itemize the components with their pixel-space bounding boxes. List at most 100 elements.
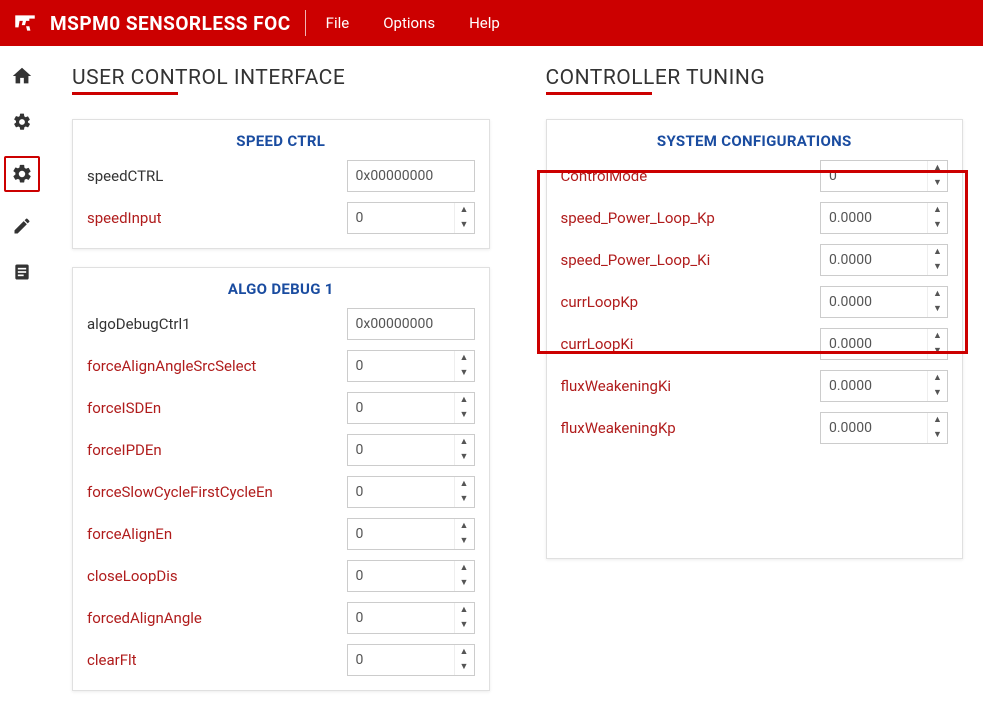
chevron-down-icon[interactable]: ▼ — [455, 492, 474, 507]
field-label: closeLoopDis — [87, 567, 347, 585]
spinner-value[interactable]: 0 — [348, 351, 454, 381]
field-label: fluxWeakeningKi — [561, 377, 821, 395]
chevron-up-icon[interactable]: ▲ — [928, 245, 947, 260]
number-spinner[interactable]: 0.0000▲▼ — [820, 328, 948, 360]
chevron-down-icon[interactable]: ▼ — [455, 534, 474, 549]
number-spinner[interactable]: 0▲▼ — [347, 518, 475, 550]
chevron-up-icon[interactable]: ▲ — [928, 329, 947, 344]
field-row: forceAlignEn0▲▼ — [87, 518, 475, 550]
chevron-down-icon[interactable]: ▼ — [455, 576, 474, 591]
number-spinner[interactable]: 0▲▼ — [347, 602, 475, 634]
spinner-value[interactable]: 0 — [348, 435, 454, 465]
number-spinner[interactable]: 0▲▼ — [347, 350, 475, 382]
home-icon[interactable] — [10, 64, 34, 88]
chevron-down-icon[interactable]: ▼ — [928, 176, 947, 191]
menu-file[interactable]: File — [326, 14, 350, 32]
field-label: algoDebugCtrl1 — [87, 315, 347, 333]
chevron-up-icon[interactable]: ▲ — [928, 161, 947, 176]
menu-options[interactable]: Options — [383, 14, 435, 32]
pencil-icon[interactable] — [10, 214, 34, 238]
chevron-down-icon[interactable]: ▼ — [928, 344, 947, 359]
field-row: speed_Power_Loop_Kp0.0000▲▼ — [561, 202, 949, 234]
number-spinner[interactable]: 0▲▼ — [347, 644, 475, 676]
field-row: fluxWeakeningKp0.0000▲▼ — [561, 412, 949, 444]
number-spinner[interactable]: 0▲▼ — [347, 476, 475, 508]
number-spinner[interactable]: 0▲▼ — [347, 434, 475, 466]
field-value[interactable]: 0x00000000 — [347, 160, 475, 192]
gears-icon[interactable] — [10, 110, 34, 134]
field-value[interactable]: 0x00000000 — [347, 308, 475, 340]
chevron-down-icon[interactable]: ▼ — [455, 450, 474, 465]
field-label: forceAlignAngleSrcSelect — [87, 357, 347, 375]
spinner-value[interactable]: 0.0000 — [821, 287, 927, 317]
spinner-value[interactable]: 0 — [348, 603, 454, 633]
spinner-value[interactable]: 0.0000 — [821, 329, 927, 359]
field-row: forceIPDEn0▲▼ — [87, 434, 475, 466]
spinner-buttons: ▲▼ — [927, 161, 947, 191]
chevron-up-icon[interactable]: ▲ — [455, 477, 474, 492]
chevron-up-icon[interactable]: ▲ — [455, 435, 474, 450]
spinner-buttons: ▲▼ — [454, 351, 474, 381]
chevron-down-icon[interactable]: ▼ — [928, 218, 947, 233]
chevron-up-icon[interactable]: ▲ — [455, 393, 474, 408]
chevron-up-icon[interactable]: ▲ — [455, 519, 474, 534]
number-spinner[interactable]: 0.0000▲▼ — [820, 244, 948, 276]
chevron-up-icon[interactable]: ▲ — [928, 203, 947, 218]
spinner-value[interactable]: 0.0000 — [821, 413, 927, 443]
spinner-value[interactable]: 0.0000 — [821, 245, 927, 275]
section-title-user-control: USER CONTROL INTERFACE — [72, 66, 345, 90]
number-spinner[interactable]: 0.0000▲▼ — [820, 370, 948, 402]
chevron-down-icon[interactable]: ▼ — [455, 218, 474, 233]
card-title: ALGO DEBUG 1 — [87, 280, 475, 298]
chevron-down-icon[interactable]: ▼ — [455, 366, 474, 381]
number-spinner[interactable]: 0▲▼ — [347, 560, 475, 592]
chevron-down-icon[interactable]: ▼ — [455, 660, 474, 675]
gear-icon[interactable] — [4, 156, 40, 192]
number-spinner[interactable]: 0▲▼ — [347, 392, 475, 424]
field-label: speedCTRL — [87, 167, 347, 185]
spinner-value[interactable]: 0 — [348, 393, 454, 423]
right-column: CONTROLLER TUNING SYSTEM CONFIGURATIONS … — [546, 66, 964, 709]
chevron-up-icon[interactable]: ▲ — [928, 371, 947, 386]
spinner-buttons: ▲▼ — [454, 203, 474, 233]
number-spinner[interactable]: 0.0000▲▼ — [820, 202, 948, 234]
app-title: MSPM0 SENSORLESS FOC — [50, 12, 291, 35]
document-icon[interactable] — [10, 260, 34, 284]
field-label: currLoopKi — [561, 335, 821, 353]
number-spinner[interactable]: 0.0000▲▼ — [820, 412, 948, 444]
spinner-value[interactable]: 0 — [348, 519, 454, 549]
chevron-up-icon[interactable]: ▲ — [455, 561, 474, 576]
menu-help[interactable]: Help — [469, 14, 500, 32]
main-menu: File Options Help — [326, 14, 500, 32]
spinner-buttons: ▲▼ — [927, 203, 947, 233]
chevron-down-icon[interactable]: ▼ — [455, 618, 474, 633]
section-title-controller-tuning: CONTROLLER TUNING — [546, 66, 766, 90]
chevron-down-icon[interactable]: ▼ — [928, 386, 947, 401]
chevron-down-icon[interactable]: ▼ — [928, 260, 947, 275]
spinner-value[interactable]: 0 — [821, 161, 927, 191]
chevron-up-icon[interactable]: ▲ — [455, 645, 474, 660]
number-spinner[interactable]: 0▲▼ — [347, 202, 475, 234]
chevron-up-icon[interactable]: ▲ — [455, 351, 474, 366]
spinner-value[interactable]: 0 — [348, 477, 454, 507]
spinner-value[interactable]: 0 — [348, 645, 454, 675]
chevron-up-icon[interactable]: ▲ — [455, 603, 474, 618]
chevron-up-icon[interactable]: ▲ — [455, 203, 474, 218]
number-spinner[interactable]: 0▲▼ — [820, 160, 948, 192]
spinner-buttons: ▲▼ — [454, 603, 474, 633]
field-label: speedInput — [87, 209, 347, 227]
spinner-value[interactable]: 0.0000 — [821, 203, 927, 233]
chevron-down-icon[interactable]: ▼ — [455, 408, 474, 423]
spinner-buttons: ▲▼ — [927, 287, 947, 317]
spinner-value[interactable]: 0 — [348, 561, 454, 591]
app-header: MSPM0 SENSORLESS FOC File Options Help — [0, 0, 983, 46]
spinner-value[interactable]: 0.0000 — [821, 371, 927, 401]
field-row: closeLoopDis0▲▼ — [87, 560, 475, 592]
chevron-down-icon[interactable]: ▼ — [928, 302, 947, 317]
field-row: algoDebugCtrl10x00000000 — [87, 308, 475, 340]
chevron-up-icon[interactable]: ▲ — [928, 413, 947, 428]
spinner-value[interactable]: 0 — [348, 203, 454, 233]
chevron-down-icon[interactable]: ▼ — [928, 428, 947, 443]
number-spinner[interactable]: 0.0000▲▼ — [820, 286, 948, 318]
chevron-up-icon[interactable]: ▲ — [928, 287, 947, 302]
